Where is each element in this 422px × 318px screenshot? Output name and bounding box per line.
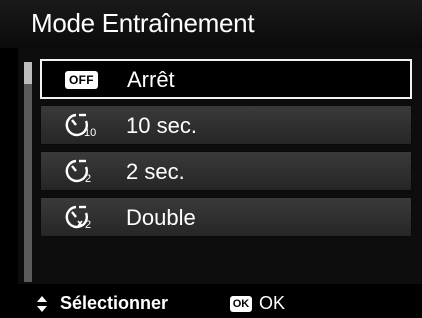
self-timer-double-icon: 2 xyxy=(65,205,91,230)
footer-hint-bar: Sélectionner OK OK xyxy=(0,288,422,318)
ok-hint-label: OK xyxy=(259,293,286,313)
svg-text:2: 2 xyxy=(85,173,91,184)
menu-item-double[interactable]: 2 Double xyxy=(40,197,412,237)
scrollbar-track[interactable] xyxy=(24,62,32,282)
self-timer-10s-icon: 10 xyxy=(65,113,96,138)
select-hint-label: Sélectionner xyxy=(60,293,169,313)
menu-item-label: Arrêt xyxy=(127,67,175,92)
menu-item-label: 2 sec. xyxy=(126,159,185,184)
svg-text:10: 10 xyxy=(84,127,96,138)
menu-item-label: 10 sec. xyxy=(126,113,197,138)
menu-item-10-sec[interactable]: 10 10 sec. xyxy=(40,105,412,145)
title-bar: Mode Entraînement xyxy=(0,0,422,48)
scrollbar-thumb[interactable] xyxy=(24,62,32,84)
menu-item-label: Double xyxy=(126,205,196,230)
menu-item-2-sec[interactable]: 2 2 sec. xyxy=(40,151,412,191)
menu-item-arret[interactable]: OFF Arrêt xyxy=(40,59,412,99)
svg-text:2: 2 xyxy=(85,219,91,230)
page-title: Mode Entraînement xyxy=(31,8,255,38)
ok-button-icon: OK xyxy=(230,296,252,312)
camera-menu-screen: Mode Entraînement OFF Arrêt 10 10 sec. 2… xyxy=(0,0,422,318)
self-timer-off-icon: OFF xyxy=(65,71,98,89)
up-down-arrows-icon xyxy=(37,296,47,312)
self-timer-2s-icon: 2 xyxy=(65,159,91,184)
